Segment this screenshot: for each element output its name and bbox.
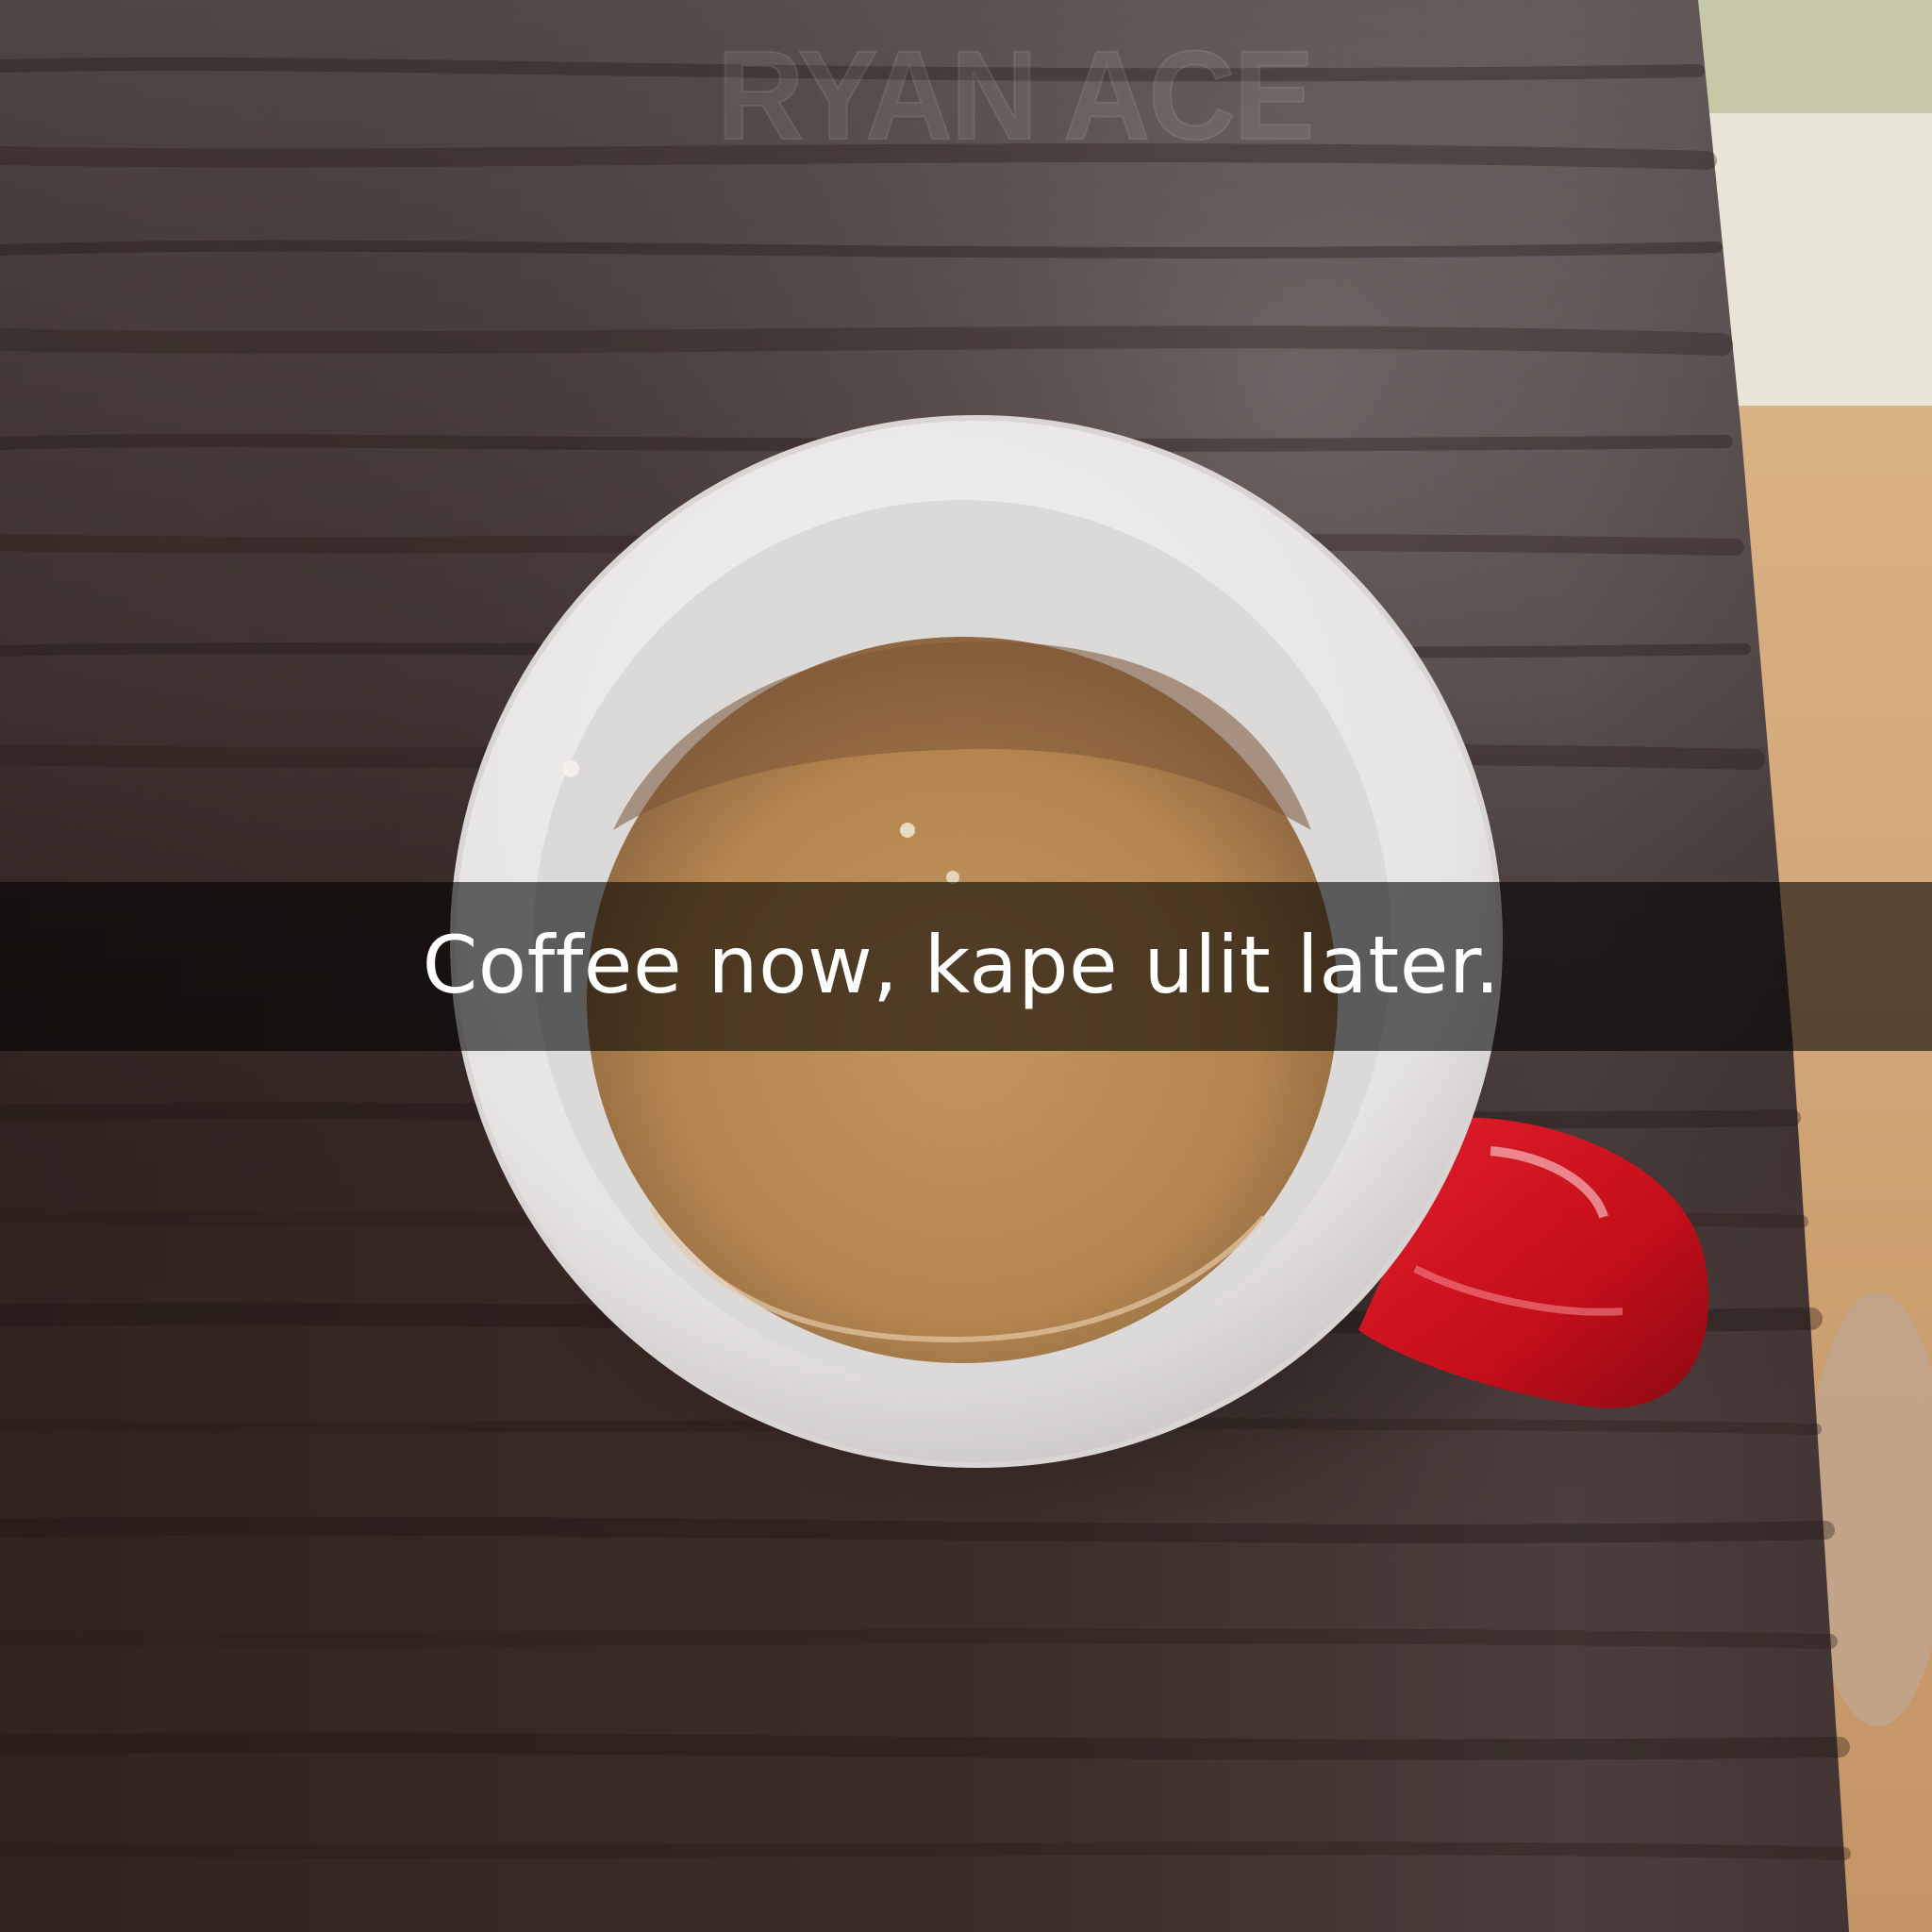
milk-speck-1: [900, 823, 915, 838]
caption-text: Coffee now, kape ulit later.: [422, 918, 1501, 1011]
watermark-logo: RYAN ACE: [716, 25, 1315, 167]
milk-speck-3: [562, 760, 579, 777]
caption-bar: Coffee now, kape ulit later.: [0, 882, 1932, 1051]
wall-trim: [1698, 0, 1932, 113]
photo: RYAN ACE Coffee now, kape ulit later.: [0, 0, 1932, 1932]
